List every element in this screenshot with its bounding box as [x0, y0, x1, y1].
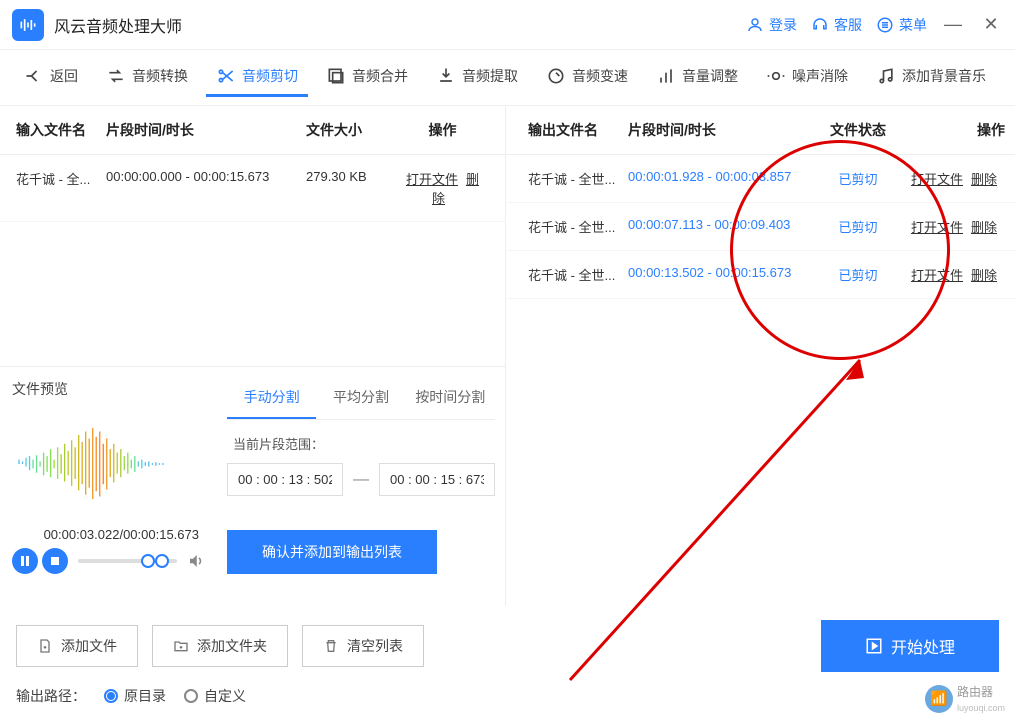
add-folder-button[interactable]: 添加文件夹 [152, 625, 288, 667]
music-icon [876, 66, 896, 86]
time-split-tab[interactable]: 按时间分割 [406, 377, 495, 419]
open-file-link[interactable]: 打开文件 [911, 172, 963, 187]
input-table-header: 输入文件名 片段时间/时长 文件大小 操作 [0, 106, 505, 155]
login-button[interactable]: 登录 [746, 15, 797, 35]
speed-button[interactable]: 音频变速 [536, 58, 638, 97]
input-row[interactable]: 花千诚 - 全... 00:00:00.000 - 00:00:15.673 2… [0, 155, 505, 222]
clear-list-button[interactable]: 清空列表 [302, 625, 424, 667]
open-file-link[interactable]: 打开文件 [911, 220, 963, 235]
denoise-icon [766, 66, 786, 86]
add-file-button[interactable]: 添加文件 [16, 625, 138, 667]
output-table-header: 输出文件名 片段时间/时长 文件状态 操作 [506, 106, 1015, 155]
app-logo [12, 9, 44, 41]
orig-dir-radio[interactable]: 原目录 [104, 686, 166, 706]
end-time-input[interactable] [379, 463, 495, 496]
open-file-link[interactable]: 打开文件 [911, 268, 963, 283]
output-row[interactable]: 花千诚 - 全世... 00:00:07.113 - 00:00:09.403 … [506, 203, 1015, 251]
avg-split-tab[interactable]: 平均分割 [316, 377, 405, 419]
output-row[interactable]: 花千诚 - 全世... 00:00:13.502 - 00:00:15.673 … [506, 251, 1015, 299]
output-path-label: 输出路径： [16, 686, 86, 706]
preview-label: 文件预览 [12, 379, 205, 399]
play-icon [865, 637, 883, 655]
merge-icon [326, 66, 346, 86]
confirm-add-button[interactable]: 确认并添加到输出列表 [227, 530, 437, 574]
speaker-icon[interactable] [187, 552, 205, 570]
back-icon [24, 66, 44, 86]
denoise-button[interactable]: 噪声消除 [756, 58, 858, 97]
menu-button[interactable]: 菜单 [876, 15, 927, 35]
cut-button[interactable]: 音频剪切 [206, 58, 308, 97]
pause-button[interactable] [12, 548, 38, 574]
progress-slider[interactable] [78, 559, 177, 563]
open-file-link[interactable]: 打开文件 [406, 172, 458, 187]
extract-button[interactable]: 音频提取 [426, 58, 528, 97]
minimize-button[interactable]: — [941, 13, 965, 37]
scissors-icon [216, 66, 236, 86]
range-label: 当前片段范围： [233, 434, 495, 453]
menu-icon [876, 16, 894, 34]
router-icon: 📶 [925, 685, 953, 713]
speed-icon [546, 66, 566, 86]
manual-split-tab[interactable]: 手动分割 [227, 377, 316, 419]
waveform[interactable] [12, 409, 205, 519]
convert-button[interactable]: 音频转换 [96, 58, 198, 97]
extract-icon [436, 66, 456, 86]
convert-icon [106, 66, 126, 86]
stop-button[interactable] [42, 548, 68, 574]
start-time-input[interactable] [227, 463, 343, 496]
headset-icon [811, 16, 829, 34]
delete-link[interactable]: 删除 [971, 220, 997, 235]
playback-time: 00:00:03.022/00:00:15.673 [12, 527, 205, 542]
file-icon [37, 638, 53, 654]
service-button[interactable]: 客服 [811, 15, 862, 35]
bgm-button[interactable]: 添加背景音乐 [866, 58, 996, 97]
back-button[interactable]: 返回 [14, 58, 88, 97]
custom-dir-radio[interactable]: 自定义 [184, 686, 246, 706]
user-icon [746, 16, 764, 34]
volume-icon [656, 66, 676, 86]
app-title: 风云音频处理大师 [54, 13, 746, 37]
merge-button[interactable]: 音频合并 [316, 58, 418, 97]
watermark: 📶 路由器luyouqi.com [925, 683, 1005, 714]
delete-link[interactable]: 删除 [971, 268, 997, 283]
close-button[interactable]: ✕ [979, 13, 1003, 37]
folder-icon [173, 638, 189, 654]
delete-link[interactable]: 删除 [971, 172, 997, 187]
volume-button[interactable]: 音量调整 [646, 58, 748, 97]
start-process-button[interactable]: 开始处理 [821, 620, 999, 672]
output-row[interactable]: 花千诚 - 全世... 00:00:01.928 - 00:00:03.857 … [506, 155, 1015, 203]
trash-icon [323, 638, 339, 654]
